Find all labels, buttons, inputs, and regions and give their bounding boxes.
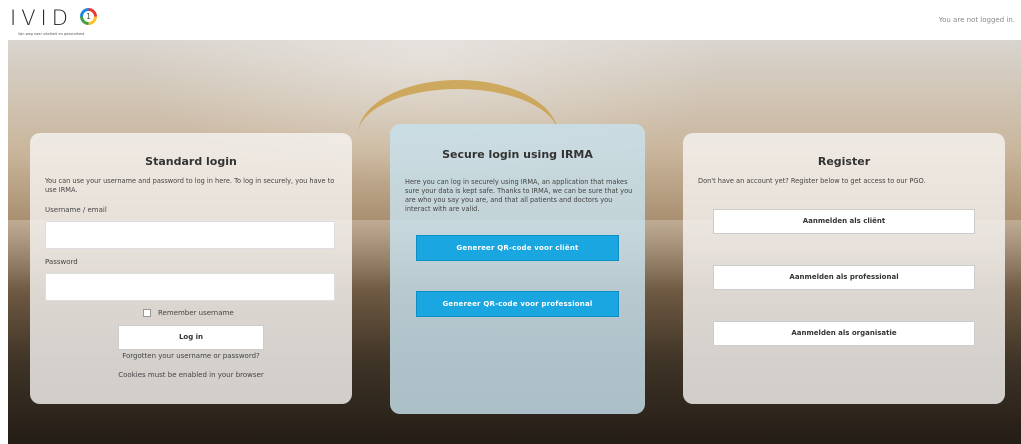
irma-login-description: Here you can log in securely using IRMA,…: [405, 178, 633, 213]
standard-login-description: You can use your username and password t…: [45, 177, 335, 194]
password-label: Password: [45, 258, 78, 266]
username-label: Username / email: [45, 206, 107, 214]
forgot-password-link[interactable]: Forgotten your username or password?: [30, 352, 352, 360]
irma-login-title: Secure login using IRMA: [442, 148, 593, 161]
logo-mark-icon: 1: [80, 8, 97, 25]
register-organisation-button[interactable]: Aanmelden als organisatie: [713, 321, 975, 346]
log-in-button[interactable]: Log in: [118, 325, 264, 350]
register-panel: Register Don't have an account yet? Regi…: [683, 133, 1005, 404]
logo-mark-number: 1: [83, 11, 94, 22]
username-input[interactable]: [45, 221, 335, 249]
irma-login-panel: Secure login using IRMA Here you can log…: [390, 124, 645, 414]
remember-username-label: Remember username: [158, 309, 234, 317]
register-client-button[interactable]: Aanmelden als cliënt: [713, 209, 975, 234]
register-description: Don't have an account yet? Register belo…: [698, 177, 926, 185]
register-title: Register: [817, 155, 871, 168]
cookies-notice: Cookies must be enabled in your browser: [118, 371, 264, 379]
qr-client-button[interactable]: Genereer QR-code voor cliënt: [416, 235, 619, 261]
register-professional-button[interactable]: Aanmelden als professional: [713, 265, 975, 290]
standard-login-panel: Standard login You can use your username…: [30, 133, 352, 404]
logo-text: IVID: [10, 6, 73, 30]
remember-username-checkbox[interactable]: [143, 309, 151, 317]
logo-tagline: Van weg naar vitaliteit en gezondheid: [18, 32, 85, 36]
top-bar: IVID 1 Van weg naar vitaliteit en gezond…: [0, 0, 1021, 40]
login-status: You are not logged in.: [938, 16, 1015, 24]
password-input[interactable]: [45, 273, 335, 301]
qr-professional-button[interactable]: Genereer QR-code voor professional: [416, 291, 619, 317]
standard-login-title: Standard login: [145, 155, 237, 168]
